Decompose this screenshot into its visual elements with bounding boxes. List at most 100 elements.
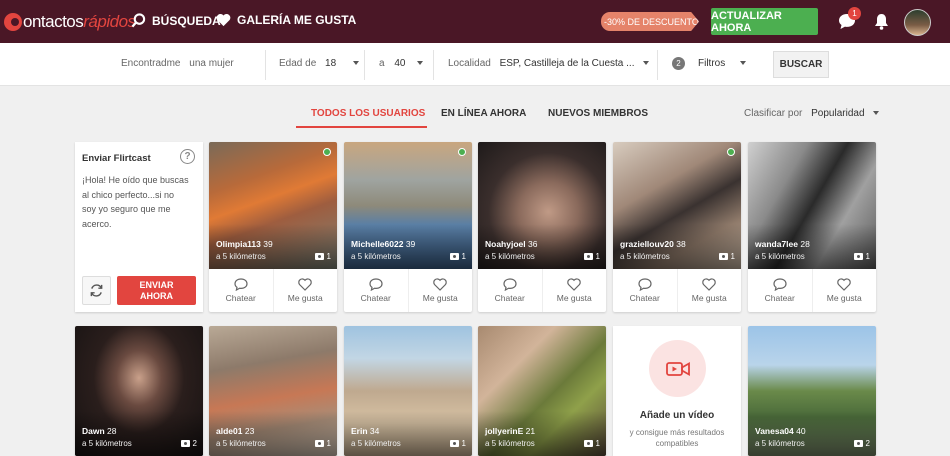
user-photo[interactable]: Vanesa04 40 a 5 kilómetros 2 <box>748 326 876 456</box>
photo-count: 2 <box>180 439 197 448</box>
user-photo[interactable]: Noahyjoel 36 a 5 kilómetros 1 <box>478 142 606 269</box>
chat-badge: 1 <box>848 7 861 20</box>
user-photo[interactable]: wanda7lee 28 a 5 kilómetros 1 <box>748 142 876 269</box>
photo-count: 1 <box>449 252 466 261</box>
sort-select[interactable]: Clasificar por Popularidad <box>744 108 880 119</box>
chevron-down-icon <box>643 61 650 66</box>
heart-icon <box>567 278 582 291</box>
divider <box>265 50 266 80</box>
user-distance: a 5 kilómetros <box>755 252 805 261</box>
photo-count: 1 <box>583 439 600 448</box>
user-photo[interactable]: Dawn 28 a 5 kilómetros 2 <box>75 326 203 456</box>
flirtcast-text: ¡Hola! He oído que buscas al chico perfe… <box>82 175 189 229</box>
user-distance: a 5 kilómetros <box>620 252 670 261</box>
user-card[interactable]: graziellouv20 38 a 5 kilómetros 1 Chatea… <box>613 142 741 312</box>
add-video-card[interactable]: Añade un vídeo y consigue más resultados… <box>613 326 741 456</box>
chat-icon <box>638 278 652 291</box>
user-card[interactable]: wanda7lee 28 a 5 kilómetros 1 Chatear Me… <box>748 142 876 312</box>
location-select[interactable]: Localidad ESP, Castilleja de la Cuesta .… <box>448 58 650 69</box>
chat-icon <box>503 278 517 291</box>
age-to-select[interactable]: a 40 <box>379 58 424 69</box>
help-icon[interactable]: ? <box>180 149 195 164</box>
top-bar: ontactos rápidos BÚSQUEDA GALERÍA ME GUST… <box>0 0 950 43</box>
find-field[interactable]: Encontradme una mujer <box>121 58 234 69</box>
user-name: alde01 23 <box>216 426 255 436</box>
user-card[interactable]: jollyerinE 21 a 5 kilómetros 1 <box>478 326 606 456</box>
avatar[interactable] <box>904 9 931 36</box>
age-from-select[interactable]: Edad de 18 <box>279 58 359 69</box>
find-label: Encontradme <box>121 58 181 69</box>
refresh-icon <box>90 284 103 297</box>
like-button[interactable]: Me gusta <box>272 269 338 312</box>
like-button[interactable]: Me gusta <box>407 269 473 312</box>
chat-button[interactable]: Chatear <box>613 269 677 312</box>
search-icon <box>131 13 146 28</box>
add-video-title: Añade un vídeo <box>639 410 715 421</box>
location-label: Localidad <box>448 58 491 69</box>
logo-text-accent: rápidos <box>83 12 136 31</box>
discount-tag[interactable]: -30% DE DESCUENTO <box>601 12 699 31</box>
sort-value: Popularidad <box>811 108 865 119</box>
upgrade-button[interactable]: ACTUALIZAR AHORA <box>711 8 818 35</box>
photo-count: 1 <box>853 252 870 261</box>
camera-icon <box>180 440 190 447</box>
user-photo[interactable]: alde01 23 a 5 kilómetros 1 <box>209 326 337 456</box>
tab-all-users[interactable]: TODOS LOS USUARIOS <box>311 108 425 119</box>
user-photo[interactable]: jollyerinE 21 a 5 kilómetros 1 <box>478 326 606 456</box>
like-button[interactable]: Me gusta <box>811 269 877 312</box>
divider <box>657 50 658 80</box>
user-photo[interactable]: Olimpia113 39 a 5 kilómetros 1 <box>209 142 337 269</box>
sort-label: Clasificar por <box>744 108 803 119</box>
heart-icon <box>837 278 852 291</box>
flirtcast-title: Enviar Flirtcast <box>82 153 151 164</box>
photo-count: 1 <box>314 439 331 448</box>
user-distance: a 5 kilómetros <box>485 252 535 261</box>
user-distance: a 5 kilómetros <box>216 439 266 448</box>
user-photo[interactable]: Erin 34 a 5 kilómetros 1 <box>344 326 472 456</box>
search-button[interactable]: BUSCAR <box>773 51 829 78</box>
like-button[interactable]: Me gusta <box>541 269 607 312</box>
like-button[interactable]: Me gusta <box>676 269 742 312</box>
logo-mark-icon <box>4 13 22 31</box>
divider <box>433 50 434 80</box>
video-icon-circle <box>649 340 706 397</box>
nav-search[interactable]: BÚSQUEDA <box>131 13 221 28</box>
user-card[interactable]: Erin 34 a 5 kilómetros 1 <box>344 326 472 456</box>
filters-select[interactable]: 2 Filtros <box>672 57 747 70</box>
user-name: Noahyjoel 36 <box>485 239 538 249</box>
logo[interactable]: ontactos rápidos <box>4 11 136 33</box>
user-card[interactable]: alde01 23 a 5 kilómetros 1 <box>209 326 337 456</box>
user-name: Dawn 28 <box>82 426 117 436</box>
nav-gallery[interactable]: GALERÍA ME GUSTA <box>216 13 356 27</box>
video-camera-icon <box>665 361 690 376</box>
send-flirtcast-button[interactable]: ENVIAR AHORA <box>117 276 196 305</box>
user-distance: a 5 kilómetros <box>755 439 805 448</box>
card-actions: Chatear Me gusta <box>344 269 472 312</box>
card-actions: Chatear Me gusta <box>613 269 741 312</box>
age-from-label: Edad de <box>279 58 317 69</box>
camera-icon <box>449 440 459 447</box>
camera-icon <box>314 440 324 447</box>
user-card[interactable]: Dawn 28 a 5 kilómetros 2 <box>75 326 203 456</box>
refresh-button[interactable] <box>82 276 111 305</box>
user-card[interactable]: Vanesa04 40 a 5 kilómetros 2 <box>748 326 876 456</box>
age-from-value: 18 <box>325 58 337 69</box>
camera-icon <box>449 253 459 260</box>
user-photo[interactable]: graziellouv20 38 a 5 kilómetros 1 <box>613 142 741 269</box>
user-card[interactable]: Noahyjoel 36 a 5 kilómetros 1 Chatear Me… <box>478 142 606 312</box>
user-name: jollyerinE 21 <box>485 426 536 436</box>
user-card[interactable]: Michelle6022 39 a 5 kilómetros 1 Chatear… <box>344 142 472 312</box>
online-indicator <box>323 148 331 156</box>
user-card[interactable]: Olimpia113 39 a 5 kilómetros 1 Chatear M… <box>209 142 337 312</box>
chat-button[interactable]: Chatear <box>344 269 408 312</box>
bell-icon[interactable] <box>874 13 889 30</box>
nav-search-label: BÚSQUEDA <box>152 13 221 28</box>
chat-button[interactable]: Chatear <box>209 269 273 312</box>
user-photo[interactable]: Michelle6022 39 a 5 kilómetros 1 <box>344 142 472 269</box>
tab-new-members[interactable]: NUEVOS MIEMBROS <box>548 108 648 119</box>
chat-icon <box>369 278 383 291</box>
chat-button[interactable]: Chatear <box>748 269 812 312</box>
divider <box>364 50 365 80</box>
chat-button[interactable]: Chatear <box>478 269 542 312</box>
tab-online-now[interactable]: EN LÍNEA AHORA <box>441 108 526 119</box>
